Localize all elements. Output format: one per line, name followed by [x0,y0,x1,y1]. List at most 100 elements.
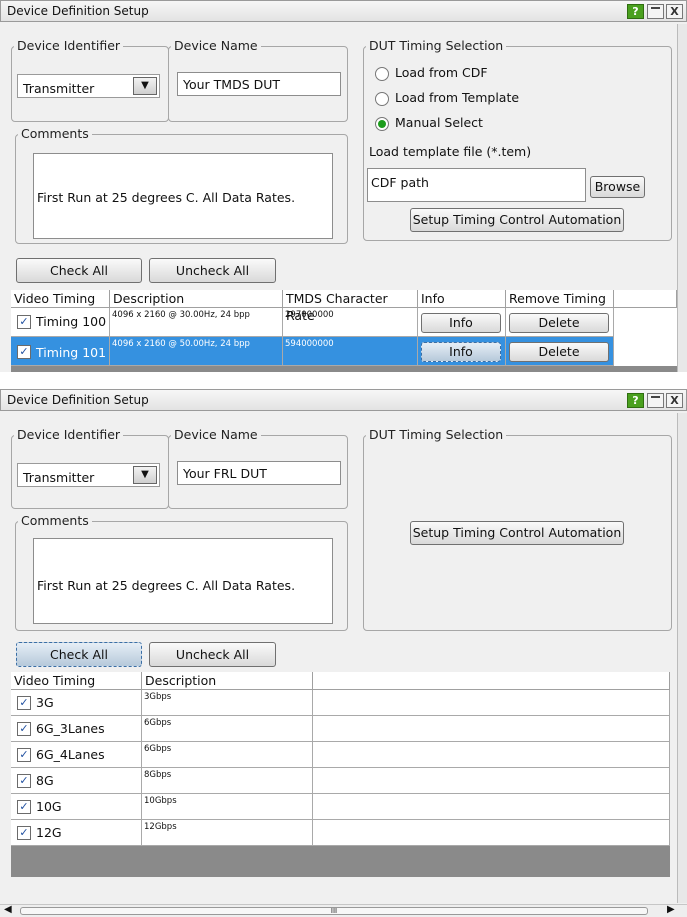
timing-name: 10G [36,799,62,814]
scroll-thumb[interactable]: III [20,907,648,915]
timing-name: 6G_4Lanes [36,747,105,762]
radio-template-label: Load from Template [395,90,520,105]
description-cell: 4096 x 2160 @ 30.00Hz, 24 bpp [110,308,283,337]
device-name-input[interactable]: Your TMDS DUT [177,72,341,96]
checkbox-checked-icon[interactable]: ✓ [17,696,31,710]
device-identifier-group: Device Identifier Transmitter ▼ [11,427,169,509]
checkbox-checked-icon[interactable]: ✓ [17,345,31,359]
cdf-path-input[interactable]: CDF path [367,168,586,202]
video-timing-cell[interactable]: ✓ 6G_3Lanes [11,716,142,742]
checkbox-checked-icon[interactable]: ✓ [17,748,31,762]
comments-value: First Run at 25 degrees C. All Data Rate… [37,578,296,593]
description-cell: 3Gbps [142,690,313,716]
dut-timing-selection-group: DUT Timing Selection Setup Timing Contro… [363,427,672,631]
timing-name: Timing 101 [36,345,107,360]
delete-button[interactable]: Delete [509,313,609,333]
comments-textarea[interactable]: First Run at 25 degrees C. All Data Rate… [33,153,333,239]
timing-table: Video Timing Description ✓ 3G 3Gbps ✓ 6G_3La… [11,672,670,877]
info-cell: Info [418,337,506,366]
checkbox-checked-icon[interactable]: ✓ [17,800,31,814]
comments-group: Comments First Run at 25 degrees C. All … [15,126,348,244]
minimize-icon[interactable] [647,4,664,19]
timing-name: 3G [36,695,54,710]
uncheck-all-button[interactable]: Uncheck All [149,642,276,667]
frl-device-setup-window: Device Definition Setup ? X Device Ident… [0,389,687,917]
comments-value: First Run at 25 degrees C. All Data Rate… [37,190,296,205]
checkbox-checked-icon[interactable]: ✓ [17,774,31,788]
tmds-device-setup-window: Device Definition Setup ? X Device Ident… [0,0,687,372]
video-timing-cell[interactable]: ✓ 8G [11,768,142,794]
empty-cell [313,716,670,742]
device-name-value: Your TMDS DUT [183,77,281,92]
vertical-scrollbar[interactable] [677,24,687,372]
device-name-group: Device Name Your FRL DUT [168,427,348,509]
column-header-tmds-rate[interactable]: TMDS Character Rate [283,290,418,323]
title-bar: Device Definition Setup ? X [0,0,687,22]
column-header-video-timing[interactable]: Video Timing [11,290,110,308]
vertical-scrollbar[interactable] [677,413,687,903]
checkbox-checked-icon[interactable]: ✓ [17,315,31,329]
column-header-empty [313,672,670,690]
checkbox-checked-icon[interactable]: ✓ [17,722,31,736]
delete-button[interactable]: Delete [509,342,609,362]
info-button[interactable]: Info [421,313,501,333]
chevron-down-icon[interactable]: ▼ [133,77,157,95]
radio-manual-select[interactable]: Manual Select [375,115,483,131]
radio-load-from-cdf[interactable]: Load from CDF [375,65,488,81]
comments-textarea[interactable]: First Run at 25 degrees C. All Data Rate… [33,538,333,624]
timing-name: 6G_3Lanes [36,721,105,736]
device-identifier-combo[interactable]: Transmitter ▼ [17,463,160,487]
comments-group: Comments First Run at 25 degrees C. All … [15,513,348,631]
video-timing-cell[interactable]: ✓ 10G [11,794,142,820]
device-identifier-value: Transmitter [23,81,95,96]
timing-name: Timing 100 [36,314,107,329]
column-header-info[interactable]: Info [418,290,506,308]
minimize-icon[interactable] [647,393,664,408]
column-header-description[interactable]: Description [142,672,313,690]
description-cell: 4096 x 2160 @ 50.00Hz, 24 bpp [110,337,283,366]
column-header-empty [614,290,677,308]
checkbox-checked-icon[interactable]: ✓ [17,826,31,840]
column-header-remove-timing[interactable]: Remove Timing [506,290,614,308]
radio-load-from-template[interactable]: Load from Template [375,90,519,106]
help-icon[interactable]: ? [627,4,644,19]
check-all-button[interactable]: Check All [16,258,142,283]
table-empty-area [11,366,677,372]
device-name-legend: Device Name [171,38,261,53]
browse-button[interactable]: Browse [590,176,645,198]
scroll-right-icon[interactable]: ▶ [667,904,675,915]
device-identifier-legend: Device Identifier [14,38,124,53]
close-icon[interactable]: X [666,4,683,19]
timing-name: 8G [36,773,54,788]
info-button[interactable]: Info [421,342,501,362]
description-cell: 12Gbps [142,820,313,846]
setup-timing-automation-button[interactable]: Setup Timing Control Automation [410,208,624,232]
column-header-video-timing[interactable]: Video Timing [11,672,142,690]
check-all-button[interactable]: Check All [16,642,142,667]
comments-legend: Comments [18,513,92,528]
column-header-description[interactable]: Description [110,290,283,308]
description-cell: 8Gbps [142,768,313,794]
device-identifier-group: Device Identifier Transmitter ▼ [11,38,169,122]
empty-cell [313,690,670,716]
setup-timing-automation-button[interactable]: Setup Timing Control Automation [410,521,624,545]
video-timing-cell[interactable]: ✓ Timing 101 [11,337,110,366]
chevron-down-icon[interactable]: ▼ [133,466,157,484]
device-identifier-combo[interactable]: Transmitter ▼ [17,74,160,98]
close-icon[interactable]: X [666,393,683,408]
remove-cell: Delete [506,337,614,366]
help-icon[interactable]: ? [627,393,644,408]
video-timing-cell[interactable]: ✓ 6G_4Lanes [11,742,142,768]
radio-circle-icon[interactable] [375,66,389,81]
description-cell: 6Gbps [142,716,313,742]
uncheck-all-button[interactable]: Uncheck All [149,258,276,283]
scroll-left-icon[interactable]: ◀ [4,904,12,915]
video-timing-cell[interactable]: ✓ Timing 100 [11,308,110,337]
horizontal-scrollbar[interactable]: ◀ III ▶ [0,904,687,917]
radio-selected-icon[interactable] [375,116,389,131]
device-name-input[interactable]: Your FRL DUT [177,461,341,485]
radio-circle-icon[interactable] [375,91,389,106]
video-timing-cell[interactable]: ✓ 3G [11,690,142,716]
cdf-path-value: CDF path [371,175,429,190]
video-timing-cell[interactable]: ✓ 12G [11,820,142,846]
